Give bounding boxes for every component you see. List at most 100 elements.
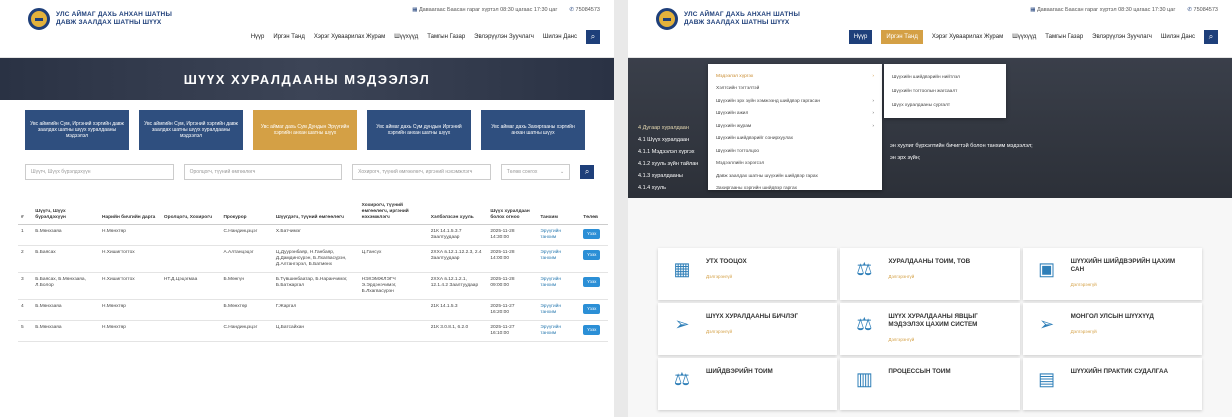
table-cell: Х.Батчимэг (272, 224, 359, 246)
chevron-right-icon: › (872, 73, 874, 79)
nav-home[interactable]: Нүүр (848, 30, 873, 44)
dropdown-item[interactable]: Шүүхийн тогтолцоо (708, 145, 882, 158)
table-cell: Б.Баясах (32, 245, 99, 273)
table-cell: 21К 3.0.8.1, 6.2.0 (427, 320, 488, 342)
col-header: Шүүгдэгч, түүний өмгөөлөгч (272, 192, 359, 225)
view-button[interactable]: Үзэх (583, 228, 601, 239)
hearing-table: # Шүүгч, Шүүх бүрэлдэхүүн Нарийн бичгийн… (18, 192, 608, 342)
view-button[interactable]: Үзэх (583, 249, 601, 260)
table-row: 2 Б.Баясах Н.Хишигтогтох А.Алтанцэцэг Ц.Дуур… (18, 245, 608, 273)
dropdown-item[interactable]: Шүүхийн журам › (708, 120, 882, 133)
litigant-filter-input[interactable]: Оролцогч, түүний өмгөөлөгч (183, 164, 343, 180)
service-card-more-link[interactable]: Дэлгэрэнгүй (888, 337, 1007, 342)
main-nav: Нүүр Иргэн Танд Хэрэг Хуваарилах Журам Ш… (848, 30, 1218, 44)
submenu-item[interactable]: Шүүхийн шийдвэрийн нийтлэл (884, 70, 1006, 84)
table-cell: 1 (18, 224, 33, 246)
site-header: УЛС АЙМАГ ДАХЬ АНХАН ШАТНЫ ДАВЖ ЗААЛДАХ … (0, 0, 614, 58)
table-cell: НЭХЭМЖЛЭГЧ Э.Эрдэнэчимэг, Б.Лхагвасүрэн (358, 272, 428, 300)
nav-citizen[interactable]: Иргэн Танд (273, 30, 304, 44)
table-cell: 5 (18, 320, 33, 342)
hero-line: 4.1.2 хууль зүйн тайлан (638, 161, 699, 167)
filter-search-button[interactable]: ⌕ (580, 165, 595, 179)
dropdown-item[interactable]: Хэлтсийн тэгтэлтэй (708, 83, 882, 96)
nav-case-distribution[interactable]: Хэрэг Хуваарилах Журам (932, 30, 1003, 44)
submenu-item[interactable]: Шүүх хуралдааны сургалт (884, 98, 1006, 112)
submenu-item[interactable]: Шүүхийн тогтоолын жагсаалт (884, 84, 1006, 98)
service-card-title: ШҮҮХИЙН ПРАКТИК СУДАЛГАА (1070, 368, 1169, 375)
victim-filter-input[interactable]: Хохирогч, түүний өмгөөлөгч, иргэний нэхэ… (352, 164, 491, 180)
nav-mediator[interactable]: Эвлэрүүлэн Зуучлагч (474, 30, 534, 44)
service-card-more-link[interactable]: Дэлгэрэнгүй (706, 274, 747, 279)
category-tab-active[interactable]: Увс аймаг дахь Сум Дундын Эрүүгийн хэрги… (253, 110, 357, 150)
service-card[interactable]: ⚖ ШҮҮХ ХУРАЛДААНЫ ЯВЦЫГ МЭДЭЭЛЭХ ЦАХИМ СИ… (840, 303, 1020, 355)
search-icon[interactable]: ⌕ (586, 30, 600, 44)
nav-mediator[interactable]: Эвлэрүүлэн Зуучлагч (1092, 30, 1152, 44)
col-header: Шүүгч, Шүүх бүрэлдэхүүн (32, 192, 99, 225)
table-cell: 2025-11-28 14:30:00 (487, 224, 538, 246)
phone-number: 75084573 (1193, 7, 1218, 13)
view-button[interactable]: Үзэх (583, 303, 601, 314)
service-card-more-link[interactable]: Дэлгэрэнгүй (1071, 282, 1190, 287)
table-cell: 2ХХА в.12.1.12.2.3, 2.4 Заалтуудаар (427, 245, 488, 273)
view-cell: Үзэх (580, 299, 608, 321)
nav-glass-account[interactable]: Шилэн Данс (543, 30, 577, 44)
table-cell: Н.Мөнхтөр (98, 299, 161, 321)
service-card[interactable]: ⚖ ХУРАЛДААНЫ ТОИМ, ТОВ Дэлгэрэнгүй (840, 248, 1020, 300)
table-cell: Б.Мөнгүн (220, 272, 273, 300)
service-card[interactable]: ▤ ШҮҮХИЙН ПРАКТИК СУДАЛГАА (1022, 358, 1202, 410)
dropdown-item[interactable]: Захиргааны хэргийн шийдвэр гаргах (708, 183, 882, 196)
table-cell: 2025-11-28 09:00:00 (487, 272, 538, 300)
nav-courts[interactable]: Шүүхүүд (394, 30, 418, 44)
nav-secretariat[interactable]: Тамгын Газар (1045, 30, 1083, 44)
logo[interactable]: УЛС АЙМАГ ДАХЬ АНХАН ШАТНЫ ДАВЖ ЗААЛДАХ … (656, 8, 800, 30)
table-cell: С.Нандинцэцэг (220, 224, 273, 246)
col-header: # (18, 192, 33, 225)
contact-info: ▦ Даваагаас Баасан гараг хүртэл 08:30 ца… (1030, 7, 1218, 13)
judge-filter-input[interactable]: Шүүгч, Шүүх бүрэлдэхүүн (25, 164, 174, 180)
table-cell: Эрүүгийн танхим (537, 299, 581, 321)
working-hours: Даваагаас Баасан гараг хүртэл 08:30 цага… (418, 7, 558, 13)
service-card[interactable]: ▦ УТХ ТООЦОХ Дэлгэрэнгүй (658, 248, 838, 300)
service-card[interactable]: ➢ ШҮҮХ ХУРАЛДААНЫ БИЧЛЭГ Дэлгэрэнгүй (658, 303, 838, 355)
service-card-more-link[interactable]: Дэлгэрэнгүй (706, 329, 798, 334)
nav-secretariat[interactable]: Тамгын Газар (427, 30, 465, 44)
nav-citizen[interactable]: Иргэн Танд (881, 30, 923, 44)
send-icon: ➢ (674, 314, 690, 334)
nav-home[interactable]: Нүүр (251, 30, 265, 44)
dropdown-item[interactable]: Давж заалдах шатны шүүхийн шийдвэр гарах (708, 170, 882, 183)
status-select[interactable]: Төлөв сонгох ⌄ (500, 164, 571, 180)
dropdown-item[interactable]: Шүүхийн эрх зүйн хэмжээнд шийдвэр гаргас… (708, 95, 882, 108)
category-tab[interactable]: Увс аймгийн Сум, Иргэний хэргийн давж за… (25, 110, 129, 150)
dropdown-item[interactable]: Мэдээллийн хэрэгсэл (708, 158, 882, 171)
dropdown-item[interactable]: Шүүхийн шийдвэрийг сонирхуулах (708, 133, 882, 146)
dropdown-item[interactable]: Мэдээлэл хүргэх › (708, 70, 882, 83)
table-cell: Н.Хишигтогтох (98, 245, 161, 273)
service-card[interactable]: ▥ ПРОЦЕССЫН ТОИМ (840, 358, 1020, 410)
nav-case-distribution[interactable]: Хэрэг Хуваарилах Журам (314, 30, 385, 44)
view-button[interactable]: Үзэх (583, 324, 601, 335)
service-card-more-link[interactable]: Дэлгэрэнгүй (888, 274, 970, 279)
service-card-more-link[interactable]: Дэлгэрэнгүй (1071, 329, 1154, 334)
table-cell: С.Нандинцэцэг (220, 320, 273, 342)
gavel-icon: ⚖ (856, 314, 873, 334)
service-card[interactable]: ▣ ШҮҮХИЙН ШИЙДВЭРИЙН ЦАХИМ САН Дэлгэрэнгүй (1022, 248, 1202, 300)
table-cell: 2025-11-27 16:10:00 (487, 320, 538, 342)
service-card[interactable]: ⚖ ШИЙДВЭРИЙН ТОИМ (658, 358, 838, 410)
category-tab[interactable]: Увс аймаг дахь Сум дундын Иргэний хэргий… (367, 110, 471, 150)
logo[interactable]: УЛС АЙМАГ ДАХЬ АНХАН ШАТНЫ ДАВЖ ЗААЛДАХ … (28, 8, 172, 30)
table-cell: А.Алтанцэцэг (220, 245, 273, 273)
col-header: Прокурор (220, 192, 273, 225)
category-tab[interactable]: Увс аймаг дахь Захиргааны хэргийн анхан … (481, 110, 585, 150)
nav-courts[interactable]: Шүүхүүд (1012, 30, 1036, 44)
view-cell: Үзэх (580, 272, 608, 300)
category-tab[interactable]: Увс аймгийн Сум, Иргэний хэргийн давж за… (139, 110, 243, 150)
view-button[interactable]: Үзэх (583, 276, 601, 287)
search-icon[interactable]: ⌕ (1204, 30, 1218, 44)
dropdown-item[interactable]: Шүүхийн ажил › (708, 108, 882, 121)
service-card-title: ШҮҮХ ХУРАЛДААНЫ БИЧЛЭГ (706, 313, 799, 320)
table-cell (358, 320, 428, 342)
service-card-title: ШҮҮХ ХУРАЛДААНЫ ЯВЦЫГ МЭДЭЭЛЭХ ЦАХИМ СИС… (888, 313, 978, 328)
nav-glass-account[interactable]: Шилэн Данс (1161, 30, 1195, 44)
hero-line: 4.1.1 Мэдээлэл хүргэх (638, 149, 695, 155)
service-card[interactable]: ➢ МОНГОЛ УЛСЫН ШҮҮХҮҮД Дэлгэрэнгүй (1022, 303, 1202, 355)
